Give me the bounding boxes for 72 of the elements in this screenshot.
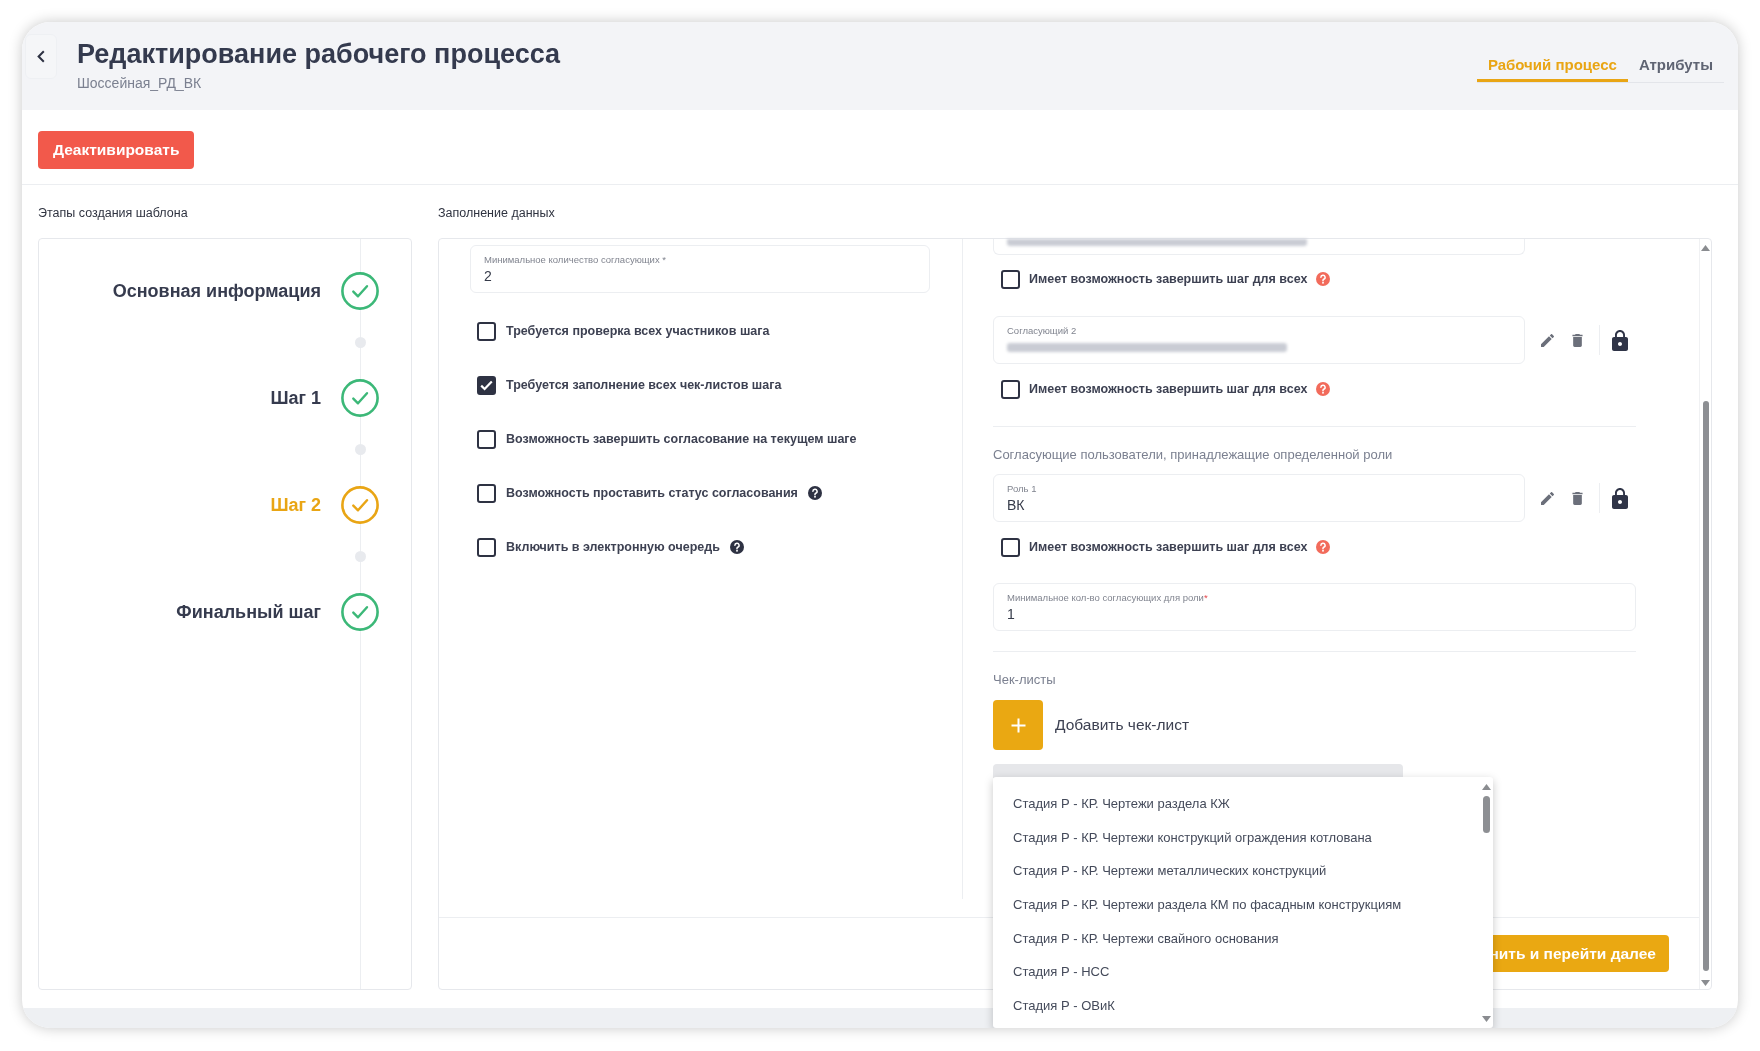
lock-icon[interactable] [1612, 487, 1628, 509]
step-item[interactable]: Шаг 1 [270, 379, 379, 417]
help-icon[interactable] [729, 540, 744, 554]
checkbox[interactable] [477, 537, 496, 557]
checkbox[interactable] [477, 483, 496, 503]
dropdown-option[interactable]: Стадия Р - КР. Чертежи раздела КМ по фасадным конструкциям [993, 888, 1479, 922]
scrollbar-thumb[interactable] [1702, 401, 1709, 971]
scroll-down-icon[interactable] [1701, 980, 1710, 986]
field-label: Роль 1 [1007, 483, 1038, 495]
dropdown-option[interactable]: Стадия Р - НСС [993, 955, 1479, 990]
checkbox-label: Включить в электронную очередь [506, 538, 720, 556]
checkbox-label: Имеет возможность завершить шаг для всех [1029, 270, 1308, 288]
chevron-left-icon [37, 50, 45, 63]
dropdown-option[interactable]: Стадия Р - КР. Чертежи свайного основания [993, 921, 1479, 956]
check-circle-icon [341, 593, 379, 631]
checkbox[interactable] [1001, 379, 1020, 399]
checkbox[interactable] [477, 429, 496, 449]
scroll-up-icon[interactable] [1481, 784, 1491, 790]
lock-icon[interactable] [1612, 329, 1628, 351]
select-field[interactable] [993, 764, 1403, 778]
trash-icon[interactable] [1572, 491, 1583, 505]
dropdown-option[interactable]: Стадия Р - КР. Чертежи конструкций ограждения котлована [993, 820, 1479, 855]
plus-icon [1010, 717, 1026, 733]
pencil-icon[interactable] [1541, 333, 1554, 347]
check-circle-icon [341, 486, 379, 524]
section-label: Согласующие пользователи, принадлежащие определенной роли [993, 446, 1394, 464]
checkmark-icon [480, 379, 493, 391]
dropdown-option[interactable]: Стадия Р - ОВиК [993, 989, 1479, 1023]
field-value: 1 [1007, 605, 1016, 624]
input-field[interactable]: Согласующий 2 [993, 316, 1525, 364]
input-field[interactable] [993, 239, 1525, 255]
checkbox[interactable] [1001, 537, 1020, 557]
required-mark: * [1203, 592, 1208, 604]
field-label: Согласующий 2 [1007, 325, 1078, 337]
add-checklist-label[interactable]: Добавить чек-лист [1055, 713, 1189, 737]
scrollbar[interactable] [1699, 239, 1711, 989]
section-label: Заполнение данных [438, 205, 555, 222]
help-icon[interactable] [807, 486, 822, 500]
back-button[interactable] [25, 34, 57, 79]
checkbox[interactable] [477, 375, 496, 395]
section-label: Чек-листы [993, 671, 1057, 689]
dropdown-option[interactable]: Стадия Р - КР. Чертежи раздела КЖ [993, 787, 1479, 821]
checkbox-label: Требуется проверка всех участников шага [506, 322, 770, 340]
scroll-up-icon[interactable] [1701, 245, 1710, 251]
check-circle-icon [341, 272, 379, 310]
field-value: ВК [1007, 496, 1026, 515]
checkbox-label: Имеет возможность завершить шаг для всех [1029, 380, 1308, 398]
input-field[interactable]: Минимальное кол-во согласующих для роли* 1 [993, 583, 1636, 631]
step-item[interactable]: Основная информация [112, 272, 379, 310]
scrollbar-thumb[interactable] [1482, 796, 1490, 833]
add-checklist-button[interactable] [993, 700, 1043, 750]
checkbox-label: Имеет возможность завершить шаг для всех [1029, 538, 1308, 556]
checkbox[interactable] [1001, 269, 1020, 289]
field-label: Минимальное кол-во согласующих для роли [1007, 592, 1204, 604]
checkbox[interactable] [477, 321, 496, 341]
field-label: Минимальное количество согласующих * [484, 254, 667, 266]
field-value: 2 [484, 267, 493, 286]
trash-icon[interactable] [1572, 333, 1583, 347]
input-field[interactable]: Роль 1 ВК [993, 474, 1525, 522]
input-field[interactable]: Минимальное количество согласующих * 2 [470, 245, 930, 293]
page-title: Редактирование рабочего процесса [77, 38, 561, 71]
step-item[interactable]: Финальный шаг [176, 593, 379, 631]
page-subtitle: Шоссейная_РД_ВК [77, 74, 203, 92]
checkbox-label: Возможность проставить статус согласования [506, 484, 798, 502]
dropdown-option[interactable]: Стадия Р - КР. Чертежи металлических конструкций [993, 854, 1479, 889]
tab[interactable]: Атрибуты [1627, 56, 1724, 82]
section-label: Этапы создания шаблона [38, 205, 189, 222]
pencil-icon[interactable] [1541, 491, 1554, 505]
checkbox-label: Требуется заполнение всех чек-листов шага [506, 376, 782, 394]
scroll-down-icon[interactable] [1481, 1016, 1491, 1022]
checkbox-label: Возможность завершить согласование на текущем шаге [506, 430, 857, 448]
check-circle-icon [341, 379, 379, 417]
